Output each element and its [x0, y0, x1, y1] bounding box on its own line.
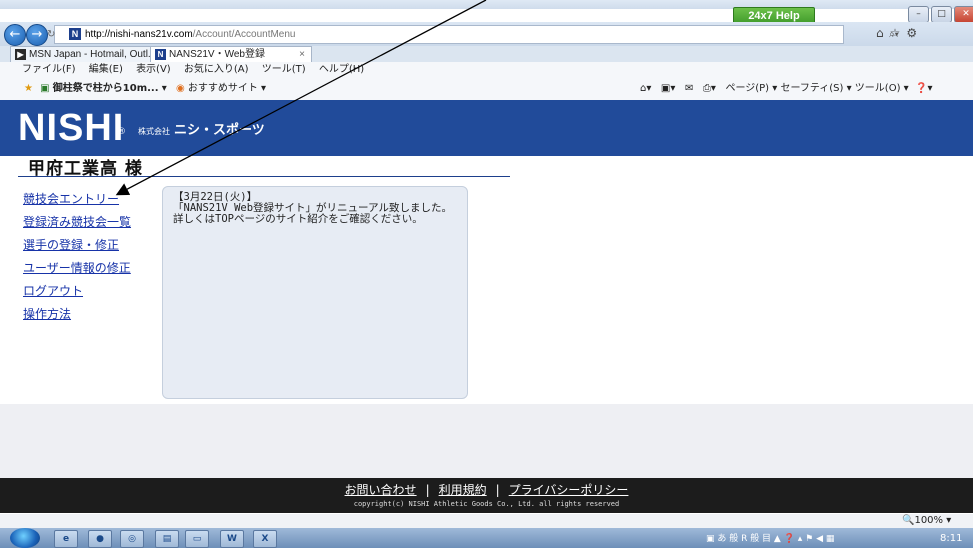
folder-icon[interactable]: ▭ — [185, 530, 209, 548]
tab-msn[interactable]: ▶ MSN Japan - Hotmail, Outl... — [10, 46, 158, 62]
copyright: copyright(c) NISHI Athletic Goods Co., L… — [353, 500, 620, 508]
zoom-level[interactable]: 🔍100% ▾ — [902, 514, 951, 528]
menu-edit[interactable]: 編集(E) — [89, 64, 123, 75]
athlete-registration-link[interactable]: 選手の登録・修正 — [23, 236, 119, 253]
operation-guide-link[interactable]: 操作方法 — [23, 305, 71, 322]
favorites-item[interactable]: おすすめサイト — [188, 83, 258, 94]
company-name-text: ニシ・スポーツ — [174, 123, 265, 138]
company-name: 株式会社 ニシ・スポーツ — [138, 119, 265, 138]
clock: 8:11 — [940, 533, 963, 544]
favorites-star-icon[interactable]: ☆ — [890, 26, 907, 40]
close-icon[interactable]: ✕ — [954, 6, 973, 23]
competition-entry-link[interactable]: 競技会エントリー — [23, 190, 119, 207]
menu-file[interactable]: ファイル(F) — [22, 64, 76, 75]
window-title-strip — [0, 0, 973, 9]
logout-link[interactable]: ログアウト — [23, 282, 83, 299]
home-icon[interactable]: ⌂▾ — [640, 83, 651, 94]
tab-label: NANS21V・Web登録 — [169, 49, 265, 60]
start-button-icon[interactable] — [10, 528, 40, 548]
favorites-star-icon[interactable]: ★ — [24, 83, 33, 94]
url-path: /Account/AccountMenu — [192, 29, 296, 40]
nishi-logo[interactable]: NISHI — [18, 106, 124, 150]
notice-body: 「NANS21V Web登録サイト」がリニューアル致しました。詳しくはTOPペー… — [173, 202, 453, 225]
home-icon[interactable]: ⌂ — [876, 26, 890, 40]
chrome-icon[interactable]: ◎ — [120, 530, 144, 548]
media-icon[interactable]: ● — [88, 530, 112, 548]
system-tray[interactable]: ▣ あ 般 R 般 目 ▲ ❓ ▴ ⚑ ◀ ▦ — [706, 531, 834, 544]
menu-view[interactable]: 表示(V) — [136, 64, 171, 75]
forward-arrow-icon[interactable]: → — [26, 24, 48, 46]
tab-nans21v[interactable]: N NANS21V・Web登録 × — [150, 46, 312, 62]
chevron-down-icon: ▾ — [261, 83, 267, 94]
chevron-down-icon: ▾ — [161, 83, 167, 94]
window-controls: – □ ✕ — [908, 6, 973, 23]
command-menu[interactable]: ページ(P) ▾ セーフティ(S) ▾ ツール(O) ▾ — [725, 83, 908, 94]
registered-competitions-link[interactable]: 登録済み競技会一覧 — [23, 213, 131, 230]
command-bar: ⌂▾ ▣▾ ✉ ⎙▾ ページ(P) ▾ セーフティ(S) ▾ ツール(O) ▾ … — [640, 78, 933, 100]
maximize-icon[interactable]: □ — [931, 6, 952, 23]
site-favicon-icon: N — [69, 28, 81, 41]
contact-link[interactable]: お問い合わせ — [345, 483, 417, 497]
nishi-favicon-icon: N — [155, 48, 166, 60]
msn-icon: ▶ — [15, 48, 26, 60]
menu-favorites[interactable]: お気に入り(A) — [184, 64, 249, 75]
browser-right-buttons: ⌂☆⚙ — [876, 26, 923, 40]
favorites-item[interactable]: 御柱祭で柱から10m... — [53, 83, 159, 94]
tab-close-icon[interactable]: × — [299, 47, 305, 62]
zoom-value: 100% — [914, 515, 944, 526]
notice-text: 【3月22日(火)】 「NANS21V Web登録サイト」がリニューアル致しまし… — [173, 192, 458, 225]
status-bar — [0, 514, 973, 528]
explorer-icon[interactable]: ▤ — [155, 530, 179, 548]
privacy-policy-link[interactable]: プライバシーポリシー — [509, 483, 629, 497]
menu-tools[interactable]: ツール(T) — [262, 64, 306, 75]
rss-icon[interactable]: ▣▾ — [661, 83, 675, 94]
url-host: http://nishi-nans21v.com — [85, 29, 193, 40]
menu-help[interactable]: ヘルプ(H) — [319, 64, 364, 75]
company-prefix: 株式会社 — [138, 127, 170, 136]
menu-bar: ファイル(F) 編集(E) 表示(V) お気に入り(A) ツール(T) ヘルプ(… — [0, 62, 973, 78]
back-arrow-icon[interactable]: ← — [4, 24, 26, 46]
word-icon[interactable]: W — [220, 530, 244, 548]
refresh-icon[interactable]: ↻ — [47, 26, 55, 43]
registered-mark: ® — [117, 127, 126, 137]
separator: | — [425, 483, 430, 497]
settings-gear-icon[interactable]: ⚙ — [906, 26, 923, 40]
user-info-edit-link[interactable]: ユーザー情報の修正 — [23, 259, 131, 276]
suggested-sites-icon: ◉ — [175, 83, 185, 94]
help-icon[interactable]: ❓▾ — [915, 83, 932, 94]
divider — [18, 176, 510, 177]
zoom-icon: 🔍 — [902, 515, 915, 526]
print-icon[interactable]: ⎙▾ — [703, 83, 716, 94]
page-icon: ▣ — [40, 83, 50, 94]
ie-icon[interactable]: e — [54, 530, 78, 548]
mail-icon[interactable]: ✉ — [685, 83, 693, 94]
tab-label: MSN Japan - Hotmail, Outl... — [29, 49, 157, 60]
page-bottom-band — [0, 404, 973, 478]
separator: | — [495, 483, 500, 497]
excel-icon[interactable]: X — [253, 530, 277, 548]
footer-links: お問い合わせ | 利用規約 | プライバシーポリシー — [0, 481, 973, 498]
address-input[interactable]: ↻ Nhttp://nishi-nans21v.com/Account/Acco… — [47, 25, 899, 44]
terms-link[interactable]: 利用規約 — [439, 483, 487, 497]
minimize-icon[interactable]: – — [908, 6, 929, 23]
